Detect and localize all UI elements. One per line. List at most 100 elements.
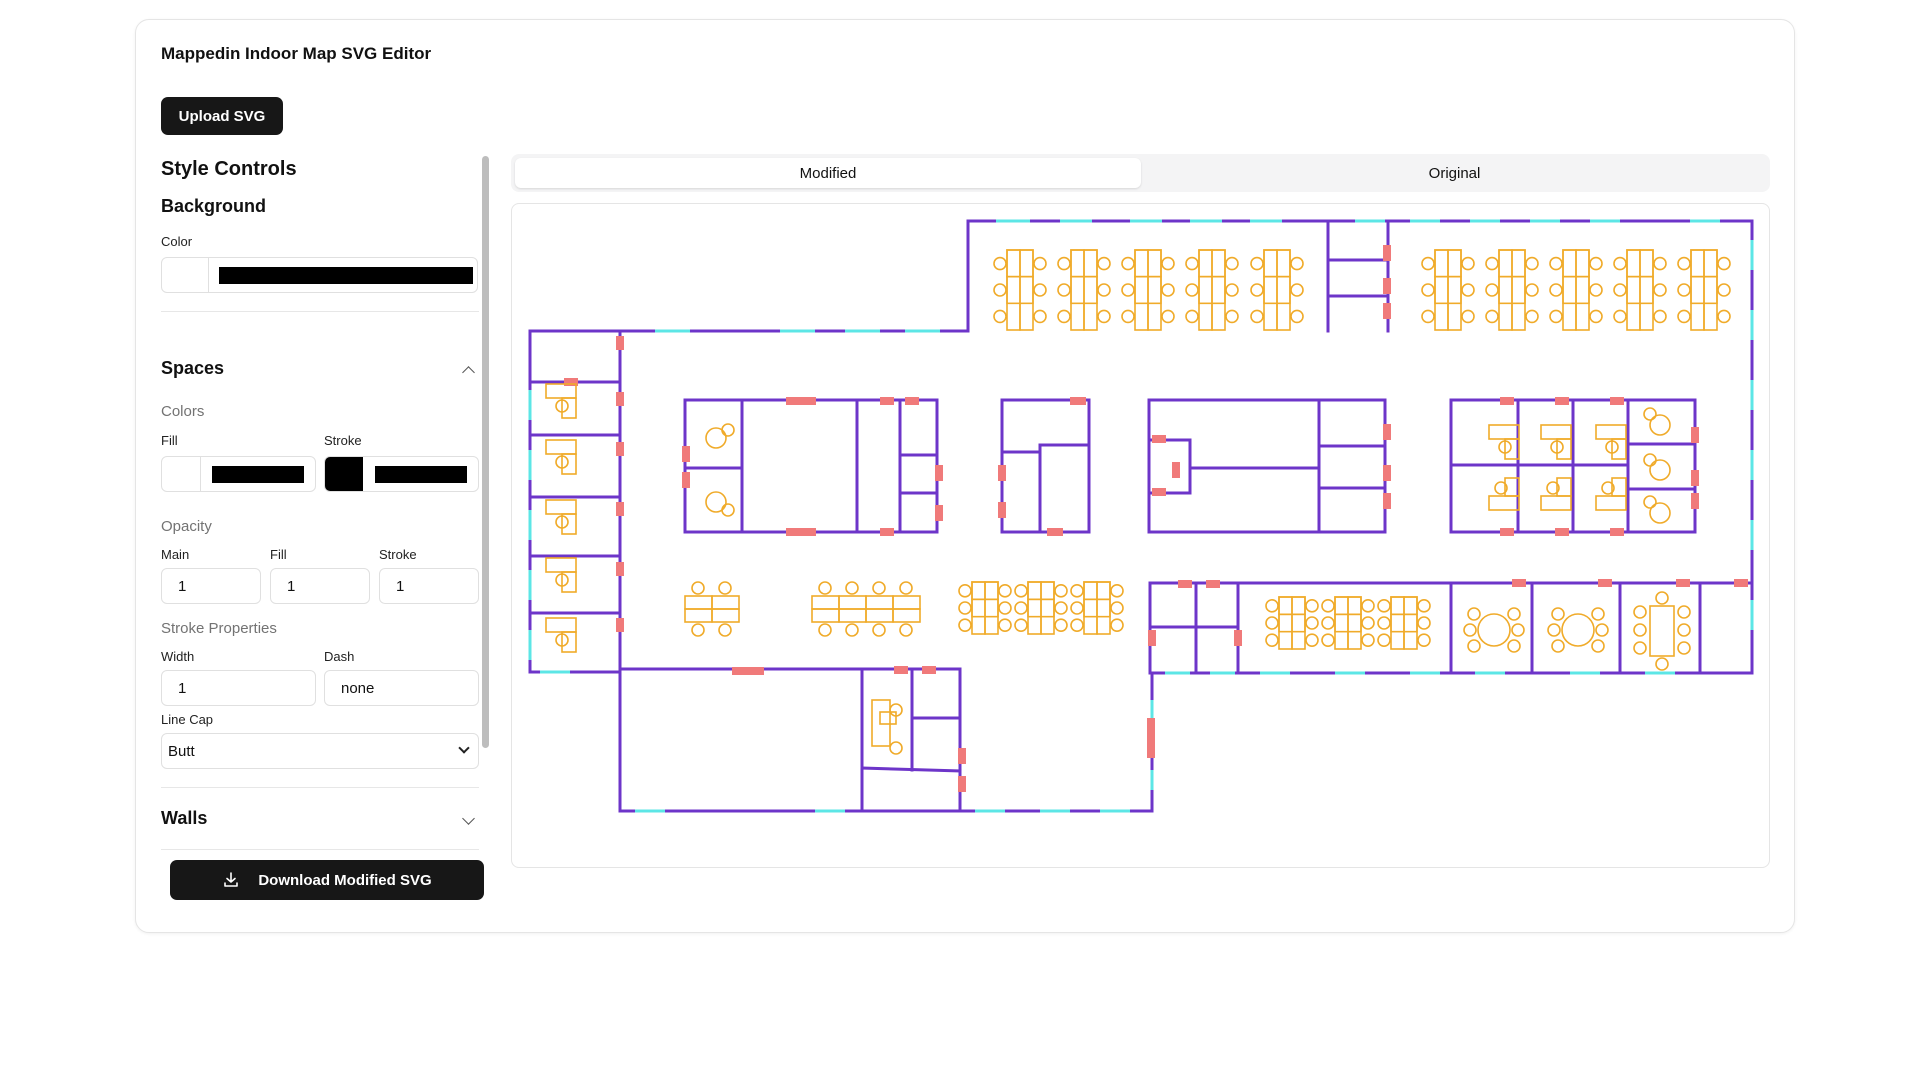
chair <box>1649 502 1671 524</box>
map-canvas[interactable] <box>511 203 1770 868</box>
chair <box>1561 613 1595 647</box>
chair <box>1511 623 1525 637</box>
door <box>1500 397 1514 405</box>
chair <box>993 256 1007 271</box>
chair <box>1225 309 1239 324</box>
chair <box>1551 607 1565 621</box>
chair <box>1421 283 1435 297</box>
chair <box>1643 453 1657 467</box>
chair <box>1591 639 1605 653</box>
chair <box>705 427 727 449</box>
door <box>998 502 1006 518</box>
door <box>1148 630 1156 646</box>
panel-scrollbar[interactable] <box>482 156 489 748</box>
chair <box>993 309 1007 324</box>
tab-modified[interactable]: Modified <box>515 158 1141 188</box>
stroke-properties-label: Stroke Properties <box>161 620 277 637</box>
desk <box>1198 249 1213 331</box>
view-tabs: Modified Original <box>511 154 1770 192</box>
opacity-stroke-input[interactable]: 1 <box>379 568 479 604</box>
desk <box>1690 249 1705 331</box>
desk <box>1703 249 1718 331</box>
spaces-fill-color-picker[interactable] <box>161 456 316 492</box>
chair <box>998 618 1012 632</box>
door <box>1234 630 1242 646</box>
chevron-up-icon[interactable] <box>462 366 475 379</box>
desk <box>1083 249 1098 331</box>
download-modified-svg-button[interactable]: Download Modified SVG <box>170 860 484 900</box>
chair <box>1613 256 1627 271</box>
desk <box>1434 249 1449 331</box>
chair <box>1097 256 1111 271</box>
chair <box>1595 623 1609 637</box>
chair <box>1033 256 1047 271</box>
desk <box>1595 495 1627 511</box>
chair <box>1361 616 1375 630</box>
door <box>1691 427 1699 443</box>
desk <box>1027 581 1042 635</box>
chair <box>1070 601 1084 615</box>
desk <box>1006 249 1021 331</box>
background-color-picker[interactable] <box>161 257 478 293</box>
door <box>786 397 816 405</box>
stroke-width-input[interactable]: 1 <box>161 670 316 706</box>
chair <box>1717 283 1731 297</box>
opacity-fill-input[interactable]: 1 <box>270 568 370 604</box>
chair <box>718 623 732 637</box>
spaces-colors-label: Colors <box>161 403 205 420</box>
walls-heading[interactable]: Walls <box>161 808 207 829</box>
chair <box>1185 256 1199 271</box>
chair <box>1633 605 1647 619</box>
chair <box>1225 256 1239 271</box>
desk <box>984 581 999 635</box>
chair <box>1467 639 1481 653</box>
opacity-main-input[interactable]: 1 <box>161 568 261 604</box>
chair <box>1463 623 1477 637</box>
chair <box>1110 601 1124 615</box>
desk <box>1347 596 1362 650</box>
line-cap-select[interactable]: Butt <box>161 733 479 769</box>
desk <box>1649 605 1675 657</box>
door <box>1383 465 1391 481</box>
spaces-stroke-color-picker[interactable] <box>324 456 479 492</box>
chair <box>1677 641 1691 655</box>
chair <box>1097 309 1111 324</box>
chair <box>1305 616 1319 630</box>
chair <box>1653 283 1667 297</box>
chair <box>1161 256 1175 271</box>
door <box>922 666 936 674</box>
chair <box>1477 613 1511 647</box>
chair <box>718 581 732 595</box>
spaces-heading[interactable]: Spaces <box>161 358 224 379</box>
chevron-down-icon[interactable] <box>462 812 475 825</box>
spaces-fill-color-value <box>212 466 304 483</box>
door <box>682 472 690 488</box>
desk <box>971 581 986 635</box>
chair <box>1250 309 1264 324</box>
line-cap-value: Butt <box>168 742 195 760</box>
chair <box>818 623 832 637</box>
upload-svg-button[interactable]: Upload SVG <box>161 97 283 135</box>
stroke-dash-input[interactable]: none <box>324 670 479 706</box>
door <box>1512 579 1526 587</box>
chair <box>1485 283 1499 297</box>
chair <box>1054 584 1068 598</box>
chair <box>1321 599 1335 613</box>
desk <box>711 595 740 610</box>
door <box>1691 493 1699 509</box>
chair <box>1485 309 1499 324</box>
desk <box>1211 249 1226 331</box>
chair <box>1717 256 1731 271</box>
desk <box>1403 596 1418 650</box>
desk <box>545 557 577 573</box>
chair <box>1305 599 1319 613</box>
desk <box>684 608 713 623</box>
background-color-value <box>219 267 473 284</box>
stroke-dash-label: Dash <box>324 649 355 664</box>
chair <box>1121 309 1135 324</box>
chair <box>721 503 735 517</box>
tab-original[interactable]: Original <box>1143 158 1766 188</box>
door <box>958 776 966 792</box>
desk <box>865 595 894 610</box>
chair <box>1121 256 1135 271</box>
